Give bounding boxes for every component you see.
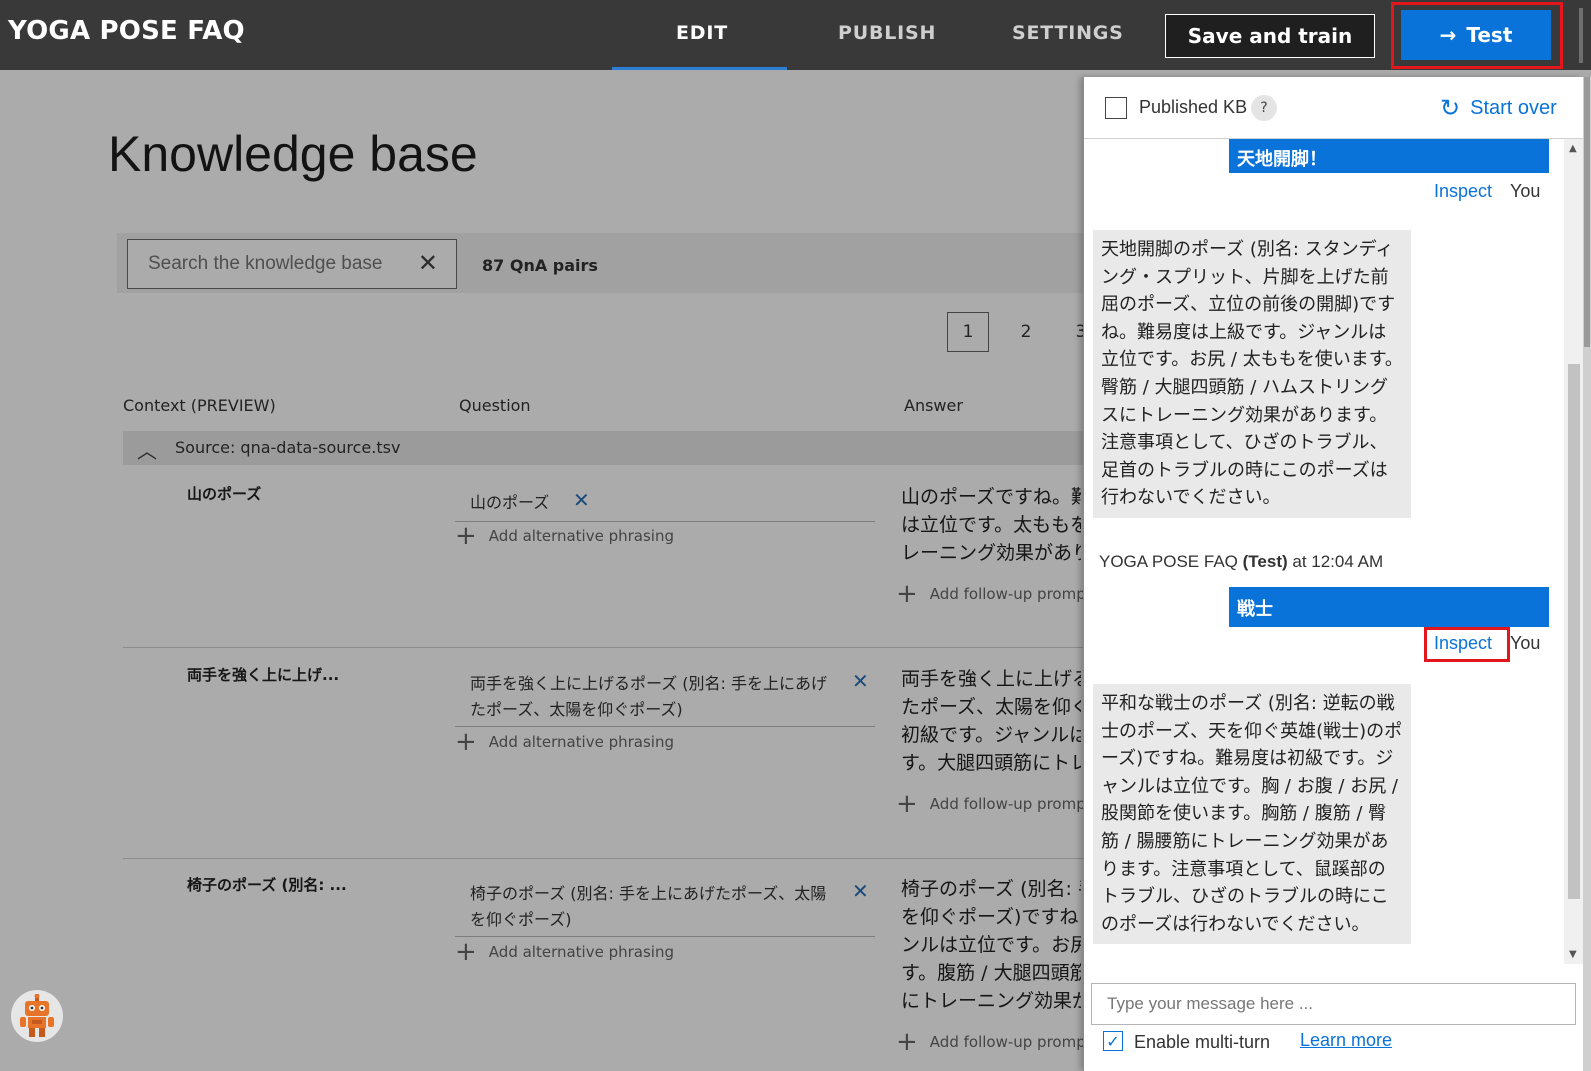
search-box: ✕: [127, 239, 457, 289]
add-follow-up-label: Add follow-up prompt: [929, 585, 1092, 603]
row-3-add-alternative-phrasing[interactable]: + Add alternative phrasing: [455, 937, 674, 967]
column-header-answer: Answer: [904, 396, 963, 415]
remove-question-icon[interactable]: ✕: [852, 669, 869, 693]
plus-icon: +: [455, 937, 477, 967]
robot-icon[interactable]: [11, 990, 63, 1042]
plus-icon: +: [455, 521, 477, 551]
message-sender-you: You: [1510, 181, 1541, 201]
robot-icon-graphic: [20, 994, 54, 1037]
refresh-icon: ↻: [1440, 95, 1461, 122]
published-kb-label: Published KB: [1139, 97, 1248, 117]
add-alternative-label: Add alternative phrasing: [488, 527, 674, 545]
row-divider: [123, 647, 1113, 648]
add-follow-up-label: Add follow-up prompt: [929, 1033, 1092, 1051]
bot-message: 天地開脚のポーズ (別名: スタンディング・スプリット、片脚を上げた前屈のポーズ…: [1093, 230, 1411, 518]
column-header-context: Context (PREVIEW): [123, 396, 276, 415]
chat-scrollbar[interactable]: ▲ ▼: [1564, 139, 1584, 964]
test-panel-header: Published KB ? ↻ Start over: [1084, 77, 1584, 139]
source-group-header[interactable]: ︿ Source: qna-data-source.tsv: [123, 431, 1113, 465]
remove-question-icon[interactable]: ✕: [573, 488, 590, 512]
message-timestamp: at 12:04 AM: [1292, 552, 1384, 571]
scroll-up-icon[interactable]: ▲: [1569, 143, 1577, 154]
user-message: 戦士: [1229, 587, 1549, 627]
row-3-add-follow-up-prompt[interactable]: + Add follow-up prompt: [896, 1027, 1092, 1057]
page-2-button[interactable]: 2: [1005, 312, 1047, 352]
add-follow-up-label: Add follow-up prompt: [929, 795, 1092, 813]
row-1-context: 山のポーズ: [187, 485, 262, 503]
plus-icon: +: [896, 579, 918, 609]
message-input[interactable]: [1091, 983, 1576, 1025]
save-and-train-button[interactable]: Save and train: [1165, 14, 1375, 58]
chevron-up-icon[interactable]: ︿: [137, 435, 157, 464]
remove-question-icon[interactable]: ✕: [852, 879, 869, 903]
row-divider: [123, 858, 1113, 859]
help-icon[interactable]: ?: [1251, 95, 1277, 121]
bot-message: 平和な戦士のポーズ (別名: 逆転の戦士のポーズ、天を仰ぐ英雄(戦士)のポーズ)…: [1093, 684, 1411, 945]
chat-scrollbar-thumb[interactable]: [1568, 364, 1580, 899]
row-2-add-follow-up-prompt[interactable]: + Add follow-up prompt: [896, 789, 1092, 819]
published-kb-checkbox[interactable]: [1105, 97, 1127, 119]
start-over-label: Start over: [1470, 97, 1557, 119]
row-2-context: 両手を強く上に上げ...: [187, 666, 340, 684]
inspect-link[interactable]: Inspect: [1434, 633, 1492, 654]
row-1-question-divider: [455, 521, 875, 522]
page-title: Knowledge base: [108, 126, 478, 182]
plus-icon: +: [896, 1027, 918, 1057]
bot-test-tag: (Test): [1242, 552, 1288, 571]
bot-name: YOGA POSE FAQ: [1099, 552, 1238, 571]
row-3-context: 椅子のポーズ (別名: ...: [187, 876, 347, 894]
add-alternative-label: Add alternative phrasing: [488, 733, 674, 751]
row-2-answer[interactable]: 両手を強く上に上げる たポーズ、太陽を仰ぐ 初級です。ジャンルは す。大腿四頭筋…: [901, 665, 1081, 777]
search-input[interactable]: [128, 240, 418, 288]
clear-search-icon[interactable]: ✕: [418, 249, 438, 277]
chat-transcript[interactable]: 天地開脚！ Inspect You 天地開脚のポーズ (別名: スタンディング・…: [1084, 139, 1564, 964]
enable-multi-turn-label: Enable multi-turn: [1134, 1032, 1271, 1052]
window-scrollbar-stub: [1579, 8, 1583, 63]
top-bar: YOGA POSE FAQ EDIT PUBLISH SETTINGS Save…: [0, 0, 1591, 72]
row-3-answer[interactable]: 椅子のポーズ (別名: 手 を仰ぐポーズ)ですね ンルは立位です。お尻 す。腹筋…: [901, 875, 1081, 1015]
row-3-question-divider: [455, 936, 875, 937]
row-1-answer[interactable]: 山のポーズですね。難 は立位です。太ももを レーニング効果があり: [901, 483, 1081, 567]
row-1-question[interactable]: 山のポーズ: [470, 490, 830, 516]
page-1-button[interactable]: 1: [947, 312, 989, 352]
row-2-question-divider: [455, 726, 875, 727]
enable-multi-turn-checkbox[interactable]: ✓: [1103, 1031, 1123, 1051]
page-scrollbar-thumb[interactable]: [1584, 77, 1590, 347]
tab-publish[interactable]: PUBLISH: [838, 22, 936, 44]
row-1-add-alternative-phrasing[interactable]: + Add alternative phrasing: [455, 521, 674, 551]
tab-settings[interactable]: SETTINGS: [1012, 22, 1124, 44]
test-button-label: Test: [1466, 23, 1513, 47]
source-label: Source: qna-data-source.tsv: [175, 438, 401, 457]
row-2-add-alternative-phrasing[interactable]: + Add alternative phrasing: [455, 727, 674, 757]
qna-pair-count: 87 QnA pairs: [482, 256, 598, 275]
plus-icon: +: [455, 727, 477, 757]
learn-more-link[interactable]: Learn more: [1300, 1030, 1392, 1051]
row-3-question[interactable]: 椅子のポーズ (別名: 手を上にあげたポーズ、太陽を仰ぐポーズ): [470, 881, 830, 933]
message-sender-you: You: [1510, 633, 1541, 653]
plus-icon: +: [896, 789, 918, 819]
add-alternative-label: Add alternative phrasing: [488, 943, 674, 961]
bot-message-meta: YOGA POSE FAQ (Test) at 12:04 AM: [1099, 552, 1383, 572]
arrow-right-icon: →: [1439, 23, 1457, 47]
row-1-add-follow-up-prompt[interactable]: + Add follow-up prompt: [896, 579, 1092, 609]
start-over-button[interactable]: ↻ Start over: [1440, 94, 1557, 123]
row-2-question[interactable]: 両手を強く上に上げるポーズ (別名: 手を上にあげたポーズ、太陽を仰ぐポーズ): [470, 671, 830, 723]
test-button[interactable]: → Test: [1401, 10, 1551, 60]
page-scrollbar[interactable]: [1583, 77, 1591, 1071]
scroll-down-icon[interactable]: ▼: [1569, 949, 1577, 960]
inspect-link[interactable]: Inspect: [1434, 181, 1492, 202]
column-header-question: Question: [459, 396, 531, 415]
tab-edit[interactable]: EDIT: [676, 22, 728, 44]
test-panel: Published KB ? ↻ Start over 天地開脚！ Inspec…: [1083, 77, 1584, 1071]
user-message: 天地開脚！: [1229, 139, 1549, 173]
app-title: YOGA POSE FAQ: [8, 16, 245, 46]
